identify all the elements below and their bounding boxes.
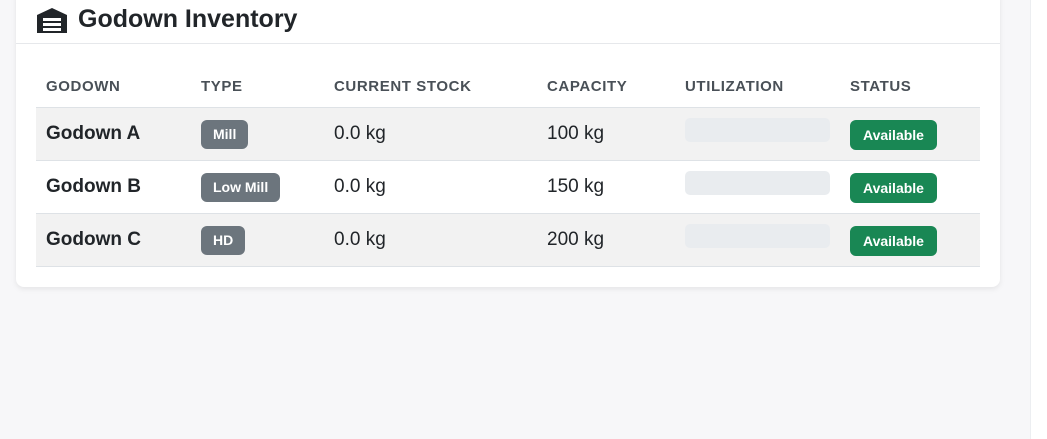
column-header-type[interactable]: TYPE xyxy=(201,78,243,95)
column-header-capacity[interactable]: CAPACITY xyxy=(547,78,627,95)
column-header-godown[interactable]: GODOWN xyxy=(46,78,120,95)
godown-table: GODOWN TYPE CURRENT STOCK CAPACITY UTILI… xyxy=(36,64,980,267)
column-header-utilization[interactable]: UTILIZATION xyxy=(685,78,784,95)
current-stock-value: 0.0 kg xyxy=(334,123,386,144)
godown-name: Godown B xyxy=(46,176,141,197)
right-side-panel xyxy=(1030,0,1047,439)
table-row[interactable]: Godown C HD 0.0 kg 200 kg Available xyxy=(36,214,980,267)
status-badge: Available xyxy=(850,226,937,256)
column-header-status[interactable]: STATUS xyxy=(850,78,911,95)
card-header: Godown Inventory xyxy=(16,0,1000,44)
warehouse-icon xyxy=(36,7,68,33)
type-badge: Low Mill xyxy=(201,173,281,202)
capacity-value: 100 kg xyxy=(547,123,605,144)
utilization-bar xyxy=(685,171,830,195)
table-row[interactable]: Godown B Low Mill 0.0 kg 150 kg Availabl… xyxy=(36,161,980,214)
capacity-value: 150 kg xyxy=(547,176,605,197)
status-badge: Available xyxy=(850,173,937,203)
current-stock-value: 0.0 kg xyxy=(334,176,386,197)
capacity-value: 200 kg xyxy=(547,229,605,250)
utilization-bar xyxy=(685,118,830,142)
table-header: GODOWN TYPE CURRENT STOCK CAPACITY UTILI… xyxy=(36,64,980,108)
current-stock-value: 0.0 kg xyxy=(334,229,386,250)
table-row[interactable]: Godown A Mill 0.0 kg 100 kg Available xyxy=(36,108,980,161)
godown-inventory-card: Godown Inventory GODOWN TYPE CURRENT STO… xyxy=(16,0,1000,287)
type-badge: Mill xyxy=(201,120,249,149)
column-header-current-stock[interactable]: CURRENT STOCK xyxy=(334,78,472,95)
utilization-bar xyxy=(685,224,830,248)
status-badge: Available xyxy=(850,120,937,150)
godown-name: Godown C xyxy=(46,229,141,250)
type-badge: HD xyxy=(201,226,246,255)
godown-name: Godown A xyxy=(46,123,141,144)
card-title: Godown Inventory xyxy=(78,5,298,33)
